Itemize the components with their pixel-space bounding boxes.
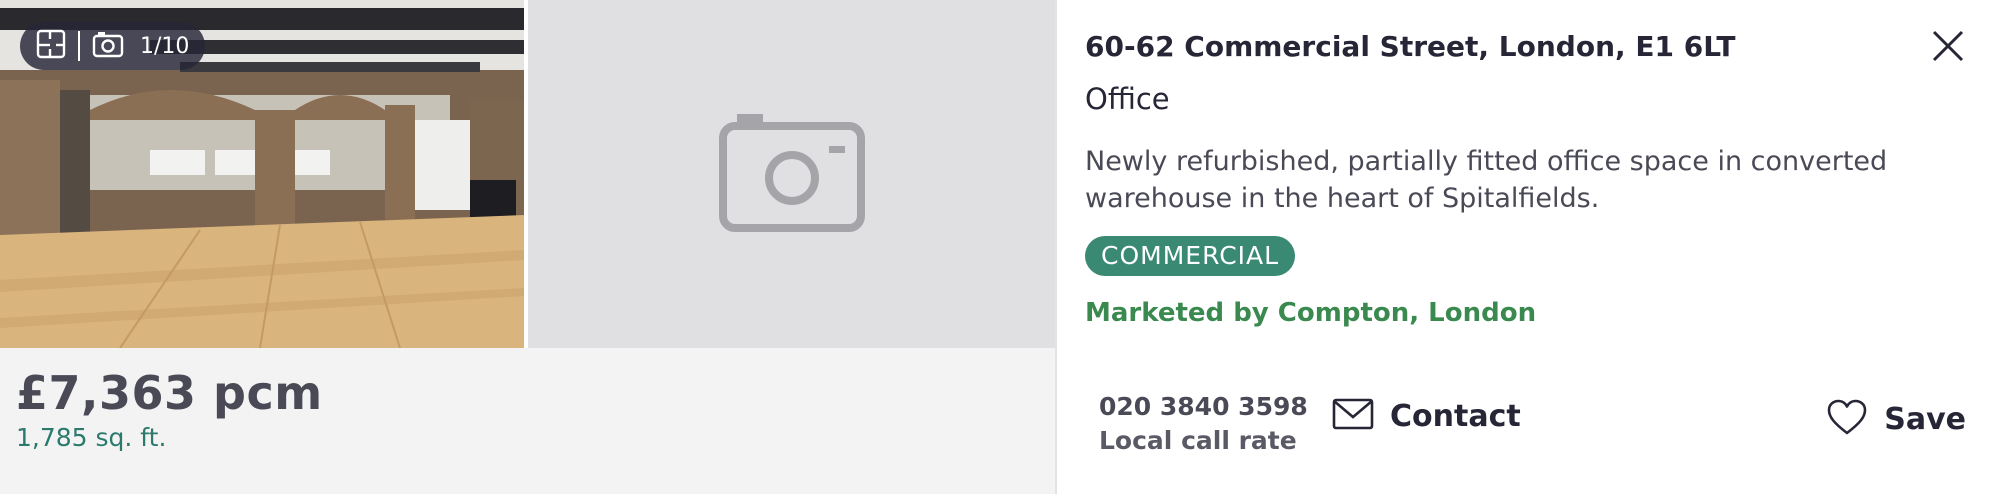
save-label: Save (1884, 401, 1966, 437)
close-icon[interactable] (1930, 28, 1966, 64)
contact-label: Contact (1390, 398, 1521, 434)
property-address[interactable]: 60-62 Commercial Street, London, E1 6LT (1085, 30, 1736, 63)
save-button[interactable]: Save (1826, 398, 1966, 440)
media-count-pill[interactable]: 1/10 (20, 22, 206, 70)
property-description: Newly refurbished, partially fitted offi… (1085, 146, 1888, 214)
property-type: Office (1085, 82, 1170, 116)
property-photo[interactable]: 1/10 (0, 0, 524, 348)
contact-button[interactable]: Contact (1332, 398, 1521, 434)
media-and-price-panel: 1/10 £7,363 pcm 1,785 sq. ft. (0, 0, 1055, 494)
details-panel: 60-62 Commercial Street, London, E1 6LT … (1055, 0, 1994, 494)
floor-area: 1,785 sq. ft. (16, 423, 167, 452)
envelope-icon (1332, 398, 1374, 434)
camera-icon[interactable] (92, 30, 124, 62)
marketed-by-link[interactable]: Marketed by Compton, London (1085, 298, 1536, 328)
photo-gallery[interactable]: 1/10 (0, 0, 1055, 348)
camera-icon (718, 112, 865, 236)
floorplan-icon[interactable] (36, 29, 66, 63)
photo-count: 1/10 (140, 33, 190, 59)
heart-icon (1826, 398, 1868, 440)
photo-placeholder[interactable] (528, 0, 1055, 348)
price: £7,363 pcm (16, 366, 323, 420)
call-rate-note: Local call rate (1099, 426, 1297, 455)
pill-divider (78, 31, 80, 61)
commercial-badge: COMMERCIAL (1085, 236, 1296, 276)
property-card: 1/10 £7,363 pcm 1,785 sq. ft. 60-62 Comm… (0, 0, 1994, 494)
phone-number[interactable]: 020 3840 3598 (1099, 392, 1308, 421)
